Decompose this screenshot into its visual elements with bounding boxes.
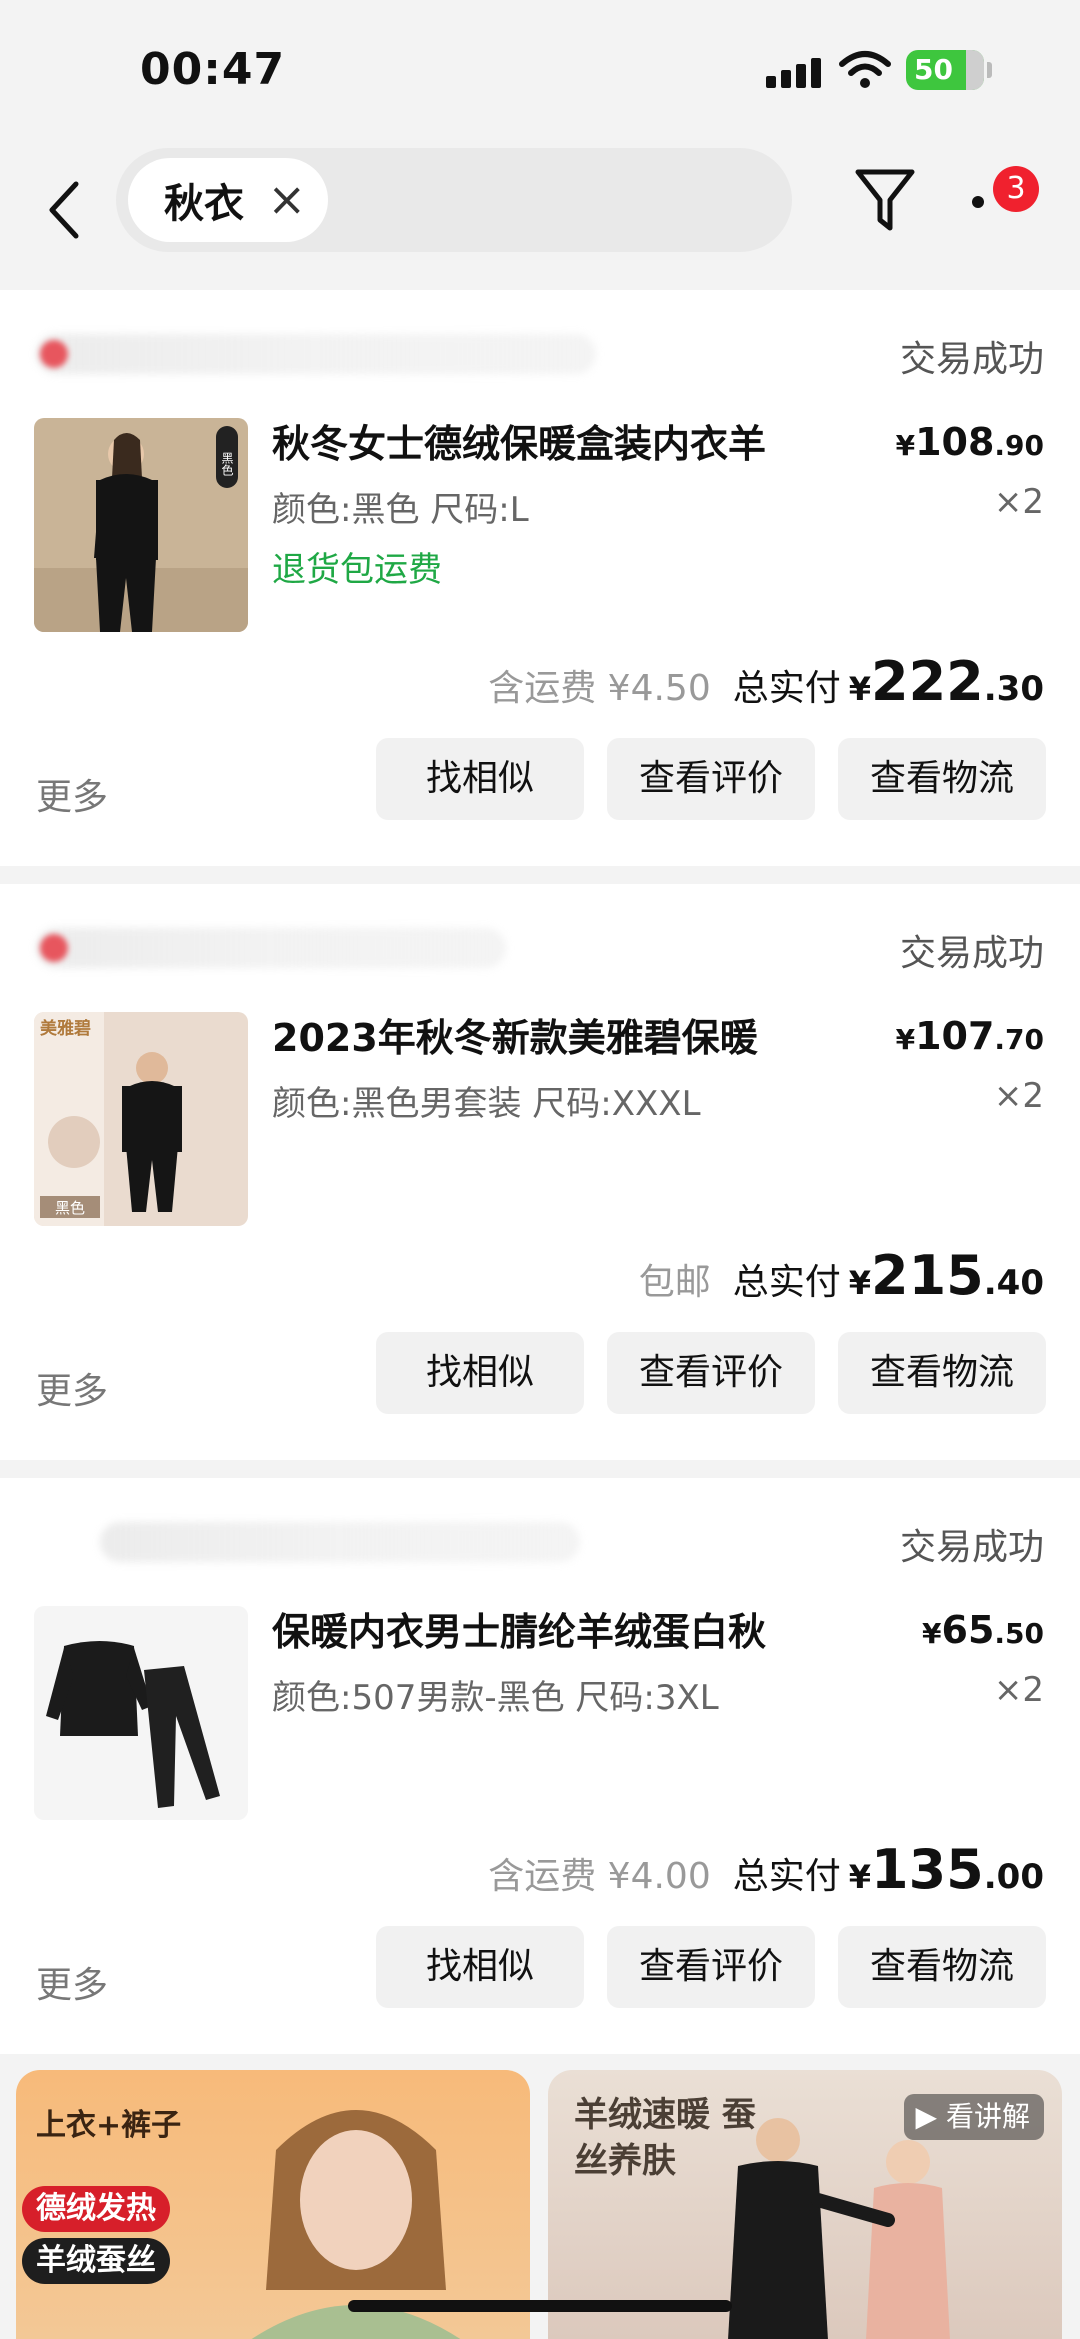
view-logistics-button[interactable]: 查看物流 xyxy=(838,1926,1046,2008)
search-keyword-chip[interactable]: 秋衣 × xyxy=(128,158,328,242)
find-similar-button[interactable]: 找相似 xyxy=(376,738,584,820)
more-link[interactable]: 更多 xyxy=(36,1956,108,2008)
thumbnail-brand: 美雅碧 xyxy=(40,1018,91,1039)
order-status: 交易成功 xyxy=(899,1527,1044,1568)
price-integer: 108 xyxy=(915,420,995,464)
price-integer: 107 xyxy=(915,1014,995,1058)
status-bar: 00:47 50 xyxy=(0,0,1080,140)
order-status: 交易成功 xyxy=(899,933,1044,974)
search-input[interactable]: 秋衣 × xyxy=(116,148,792,252)
currency-symbol: ¥ xyxy=(848,1264,872,1302)
wifi-icon xyxy=(839,51,891,88)
product-thumbnail[interactable] xyxy=(34,1606,248,1820)
feature-tag: 德绒发热 xyxy=(22,2186,170,2232)
total-decimal: .40 xyxy=(983,1263,1044,1303)
view-logistics-button[interactable]: 查看物流 xyxy=(838,1332,1046,1414)
shop-name-redacted xyxy=(36,928,506,968)
filter-icon[interactable] xyxy=(854,166,916,236)
product-spec: 颜色:黑色男套装 尺码:XXXL xyxy=(272,1084,701,1124)
product-thumbnail[interactable]: 黑色 xyxy=(34,418,248,632)
more-link[interactable]: 更多 xyxy=(36,1362,108,1414)
quantity: ×2 xyxy=(993,1076,1044,1116)
total-integer: 135 xyxy=(871,1838,984,1901)
currency-symbol: ¥ xyxy=(848,670,872,708)
shipping-fee: 含运费 ¥4.50 xyxy=(488,668,711,709)
total-label: 总实付 xyxy=(732,668,841,709)
back-arrow-icon[interactable] xyxy=(40,170,90,250)
shop-logo-icon xyxy=(40,340,68,368)
more-link[interactable]: 更多 xyxy=(36,768,108,820)
play-label: 看讲解 xyxy=(945,2100,1030,2133)
currency-symbol: ¥ xyxy=(848,1858,872,1896)
order-total: 含运费 ¥4.50 总实付 ¥222.30 xyxy=(488,650,1044,713)
unit-price: ¥107.70 xyxy=(896,1014,1044,1058)
view-reviews-button[interactable]: 查看评价 xyxy=(607,1926,815,2008)
battery-level: 50 xyxy=(914,53,953,86)
view-reviews-button[interactable]: 查看评价 xyxy=(607,738,815,820)
quantity: ×2 xyxy=(993,482,1044,522)
notification-badge: 3 xyxy=(993,166,1039,212)
return-shipping-note: 退货包运费 xyxy=(272,550,442,590)
home-indicator xyxy=(348,2300,732,2312)
order-card[interactable]: 交易成功 美雅碧 黑色 2023年秋冬新款美雅碧保暖 颜色:黑色男套装 尺码:X… xyxy=(0,884,1080,1460)
recommendation-headline: 羊绒速暖 蚕丝养肤 xyxy=(574,2095,756,2181)
find-similar-button[interactable]: 找相似 xyxy=(376,1332,584,1414)
status-time: 00:47 xyxy=(140,44,286,95)
recommendation-card[interactable]: 羊绒速暖 蚕丝养肤 ▶ 看讲解 xyxy=(548,2070,1062,2339)
thumbnail-tag: 黑色 xyxy=(220,452,234,476)
product-title[interactable]: 保暖内衣男士腈纶羊绒蛋白秋 xyxy=(272,1606,832,1658)
view-reviews-button[interactable]: 查看评价 xyxy=(607,1332,815,1414)
product-thumbnail[interactable]: 美雅碧 黑色 xyxy=(34,1012,248,1226)
total-integer: 222 xyxy=(871,650,984,713)
find-similar-button[interactable]: 找相似 xyxy=(376,1926,584,2008)
battery-icon: 50 xyxy=(906,50,992,90)
total-decimal: .30 xyxy=(983,669,1044,709)
order-card[interactable]: 交易成功 黑色 秋冬女士德绒保暖盒装内衣羊 颜色:黑色 尺码:L 退货包运费 ¥… xyxy=(0,290,1080,866)
total-label: 总实付 xyxy=(732,1856,841,1897)
shop-logo-icon xyxy=(40,934,68,962)
search-header: 秋衣 × 3 xyxy=(0,140,1080,290)
shipping-fee: 包邮 xyxy=(638,1262,711,1303)
product-title[interactable]: 2023年秋冬新款美雅碧保暖 xyxy=(272,1012,832,1064)
product-spec: 颜色:黑色 尺码:L xyxy=(272,490,529,530)
recommendation-card[interactable]: 上衣+裤子 德绒发热 羊绒蚕丝 xyxy=(16,2070,530,2339)
view-logistics-button[interactable]: 查看物流 xyxy=(838,738,1046,820)
order-card[interactable]: 交易成功 保暖内衣男士腈纶羊绒蛋白秋 颜色:507男款-黑色 尺码:3XL ¥6… xyxy=(0,1478,1080,2054)
product-spec: 颜色:507男款-黑色 尺码:3XL xyxy=(272,1678,719,1718)
feature-tag: 羊绒蚕丝 xyxy=(22,2238,170,2284)
product-title[interactable]: 秋冬女士德绒保暖盒装内衣羊 xyxy=(272,418,832,470)
thumbnail-color-tag: 黑色 xyxy=(55,1199,85,1217)
shipping-fee: 含运费 ¥4.00 xyxy=(488,1856,711,1897)
quantity: ×2 xyxy=(993,1670,1044,1710)
unit-price: ¥65.50 xyxy=(922,1608,1044,1652)
total-label: 总实付 xyxy=(732,1262,841,1303)
price-decimal: .50 xyxy=(994,1617,1044,1650)
search-keyword: 秋衣 xyxy=(164,181,244,227)
price-integer: 65 xyxy=(941,1608,995,1652)
price-decimal: .90 xyxy=(994,429,1044,462)
shop-name-redacted xyxy=(36,334,596,374)
cellular-signal-icon xyxy=(766,58,822,88)
currency-symbol: ¥ xyxy=(895,429,916,462)
order-status: 交易成功 xyxy=(899,339,1044,380)
total-integer: 215 xyxy=(871,1244,984,1307)
order-total: 含运费 ¥4.00 总实付 ¥135.00 xyxy=(488,1838,1044,1901)
currency-symbol: ¥ xyxy=(895,1023,916,1056)
play-explainer-button[interactable]: ▶ 看讲解 xyxy=(903,2094,1044,2140)
more-options-icon[interactable] xyxy=(972,196,984,208)
unit-price: ¥108.90 xyxy=(896,420,1044,464)
recommendation-headline: 上衣+裤子 xyxy=(36,2108,182,2143)
order-total: 包邮 总实付 ¥215.40 xyxy=(639,1244,1044,1307)
total-decimal: .00 xyxy=(983,1857,1044,1897)
price-decimal: .70 xyxy=(994,1023,1044,1056)
currency-symbol: ¥ xyxy=(922,1617,942,1650)
shop-name-redacted xyxy=(100,1522,580,1562)
clear-keyword-icon[interactable]: × xyxy=(267,172,306,226)
